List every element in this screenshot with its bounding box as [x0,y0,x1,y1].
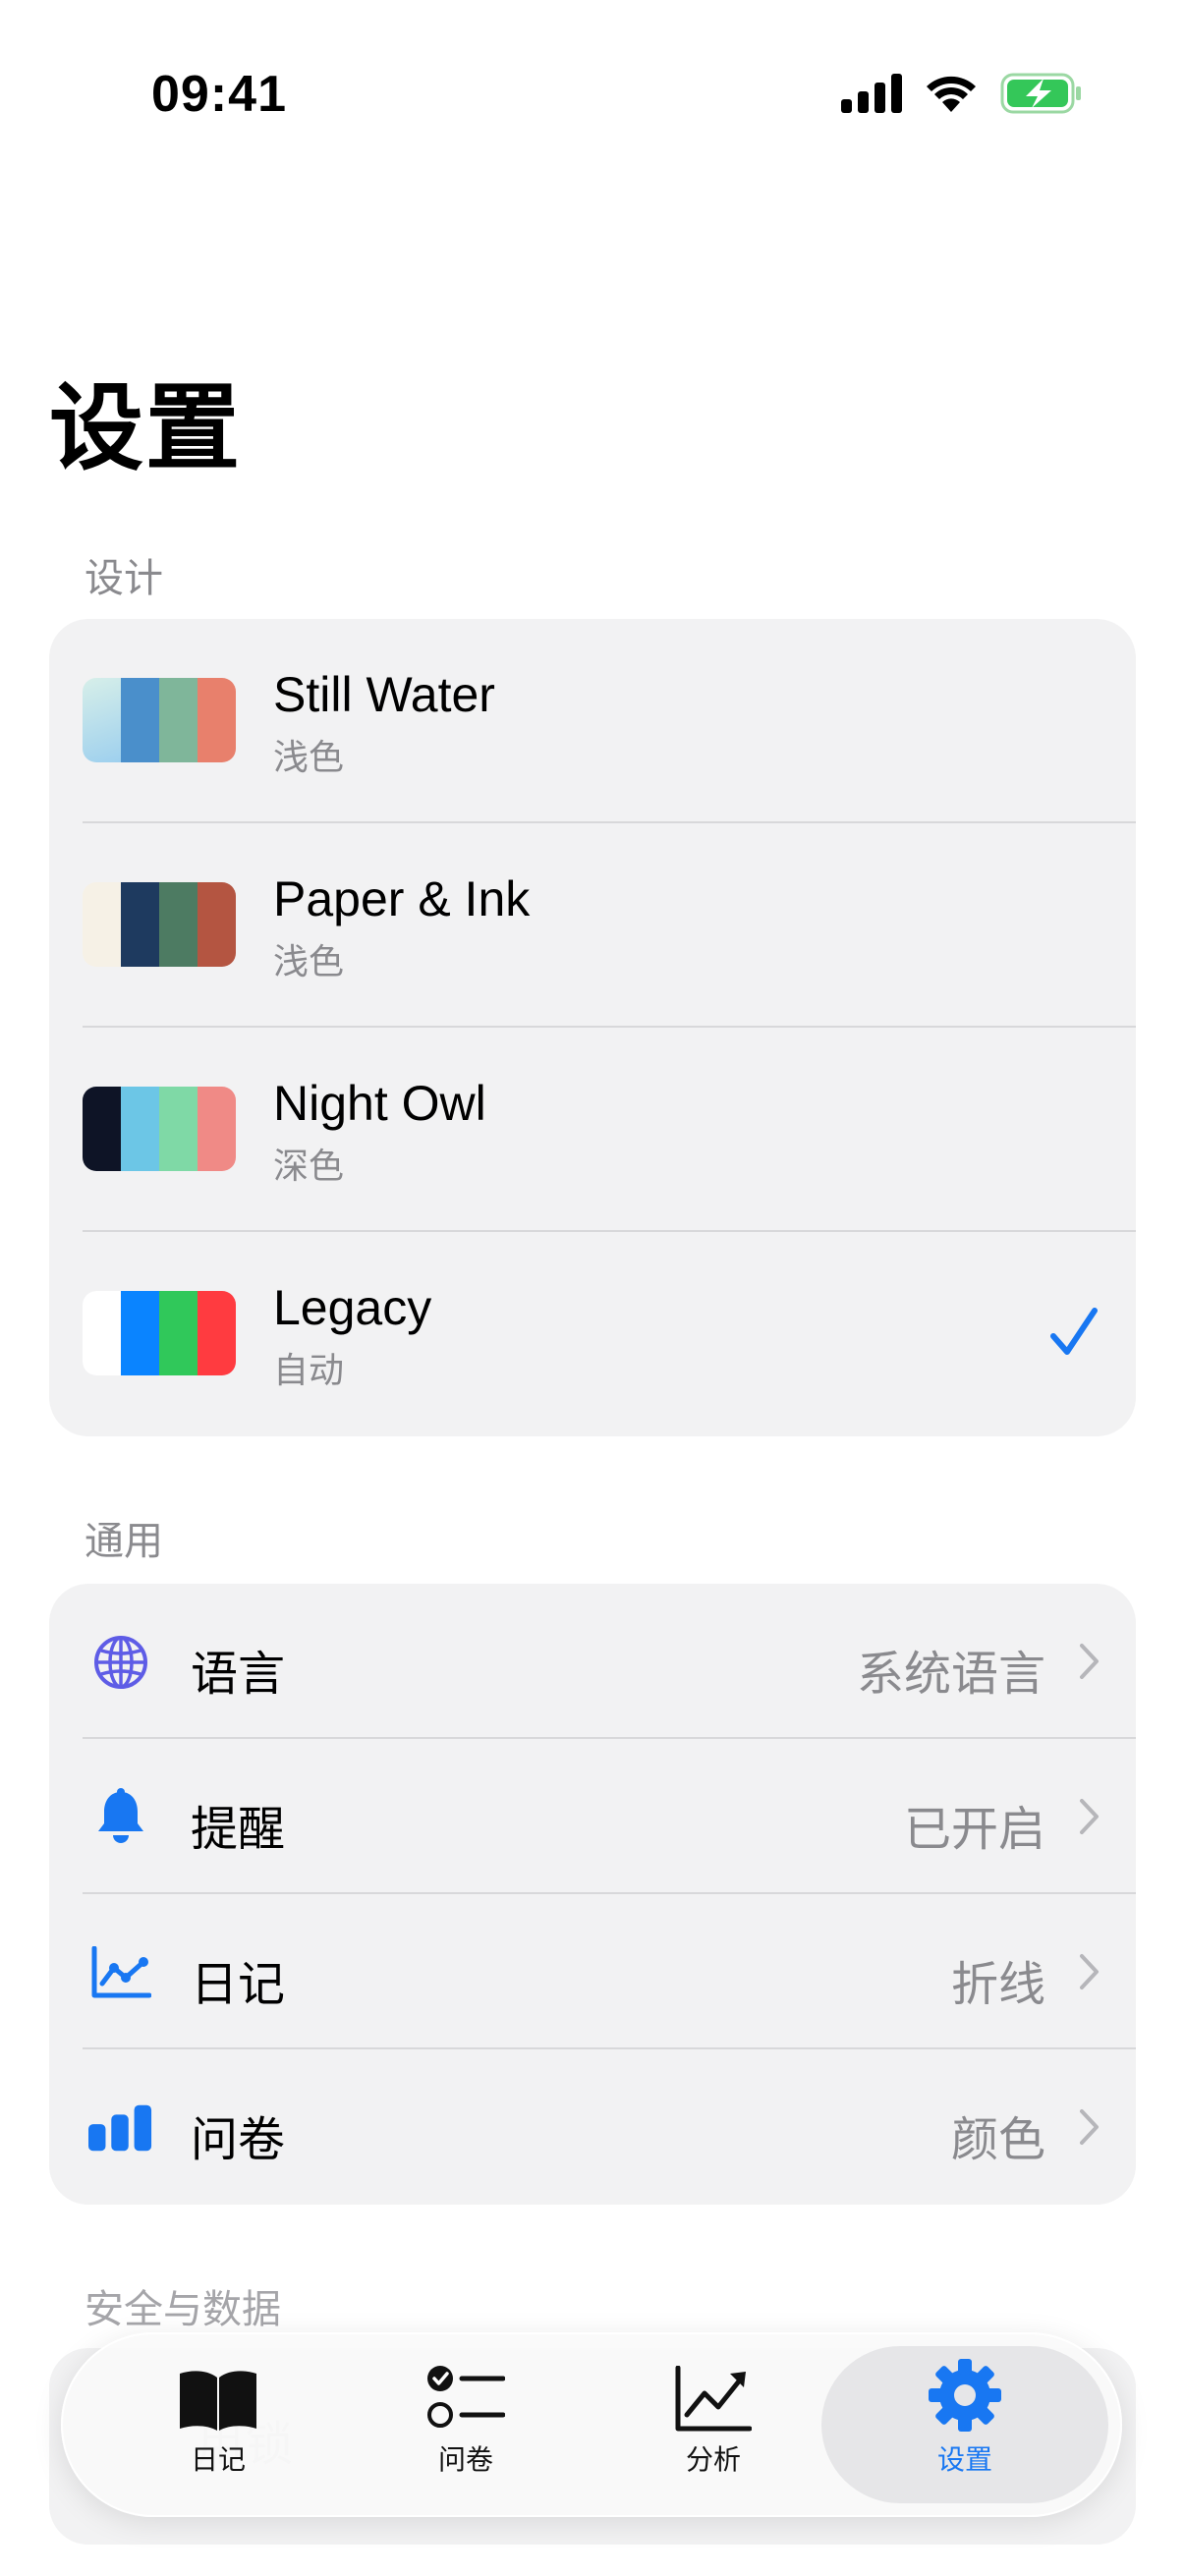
row-label: 日记 [191,1957,286,2012]
section-header-security: 安全与数据 [85,2287,281,2332]
theme-swatch [83,1291,236,1375]
tab-label: 设置 [936,2443,992,2476]
chevron-right-icon [1080,1799,1099,1834]
tab-label: 日记 [190,2443,246,2476]
theme-swatch [83,678,236,762]
theme-mode: 自动 [273,1351,345,1391]
tab-label: 分析 [685,2443,741,2476]
bell-icon [98,1788,143,1843]
status-icons [841,73,1083,114]
theme-name: Night Owl [273,1076,486,1131]
battery-charging-icon [1000,73,1081,114]
theme-row-night-owl[interactable]: Night Owl 深色 [49,1028,1136,1232]
theme-row-paper-ink[interactable]: Paper & Ink 浅色 [49,823,1136,1028]
bar-chart-icon [88,2104,152,2152]
theme-name: Still Water [273,667,495,722]
tab-bar: 日记 问卷 分析 设置 [61,2332,1122,2517]
checklist-icon [427,2366,505,2428]
general-list: 语言 系统语言 提醒 已开启 日记 折线 问卷 颜色 [49,1584,1136,2205]
theme-mode: 浅色 [273,942,345,982]
section-header-design: 设计 [85,556,163,601]
row-diary[interactable]: 日记 折线 [49,1894,1136,2049]
tab-settings[interactable]: 设置 [821,2346,1108,2503]
tab-analysis[interactable]: 分析 [590,2346,837,2503]
status-bar: 09:41 [0,0,1185,187]
row-language[interactable]: 语言 系统语言 [49,1584,1136,1739]
chevron-right-icon [1080,1644,1099,1679]
tab-diary[interactable]: 日记 [94,2346,342,2503]
row-value: 颜色 [950,2112,1045,2167]
row-label: 提醒 [191,1802,286,1857]
row-value: 折线 [950,1957,1045,2012]
theme-row-legacy[interactable]: Legacy 自动 [49,1232,1136,1436]
theme-name: Paper & Ink [273,871,531,926]
theme-mode: 浅色 [273,738,345,778]
row-questionnaire[interactable]: 问卷 颜色 [49,2049,1136,2205]
status-time: 09:41 [151,66,287,123]
row-label: 问卷 [191,2112,286,2167]
wifi-icon [927,76,976,112]
chevron-right-icon [1080,1954,1099,1989]
theme-list: Still Water 浅色 Paper & Ink 浅色 Night Owl … [49,619,1136,1436]
page-title: 设置 [49,373,242,483]
cellular-signal-icon [841,74,902,113]
theme-row-still-water[interactable]: Still Water 浅色 [49,619,1136,823]
section-header-general: 通用 [85,1519,163,1564]
theme-swatch [83,1087,236,1171]
row-value: 已开启 [903,1802,1045,1857]
globe-icon [94,1636,147,1689]
line-chart-icon [91,1946,151,1998]
chevron-right-icon [1080,2109,1099,2145]
tab-label: 问卷 [437,2443,493,2476]
theme-mode: 深色 [273,1147,345,1187]
gear-icon [929,2359,1001,2432]
row-reminder[interactable]: 提醒 已开启 [49,1739,1136,1894]
theme-swatch [83,882,236,967]
tab-questionnaire[interactable]: 问卷 [342,2346,590,2503]
theme-name: Legacy [273,1280,432,1335]
checkmark-icon [1050,1308,1098,1355]
row-value: 系统语言 [856,1647,1045,1702]
row-label: 语言 [191,1647,286,1702]
trend-icon [675,2366,752,2432]
book-icon [180,2371,256,2431]
